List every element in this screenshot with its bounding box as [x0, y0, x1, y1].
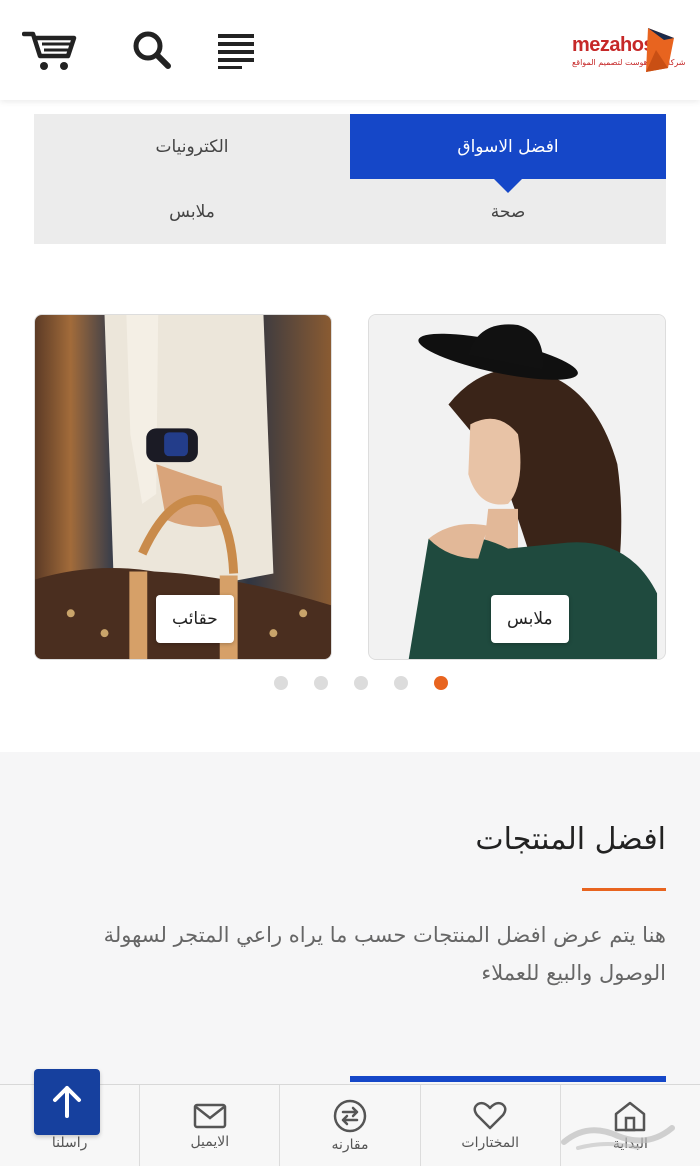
carousel-dot-1[interactable]	[274, 676, 288, 690]
nav-favorites[interactable]: المختارات	[419, 1085, 560, 1166]
carousel-card-clothes[interactable]: ملابس	[368, 314, 666, 660]
section-description: هنا يتم عرض افضل المنتجات حسب ما يراه را…	[103, 923, 666, 985]
nav-compare[interactable]: مقارنه	[279, 1085, 419, 1166]
title-underline	[582, 888, 666, 891]
section-title: افضل المنتجات	[475, 822, 666, 857]
tab-electronics[interactable]: الكترونيات	[34, 114, 350, 179]
carousel-dot-3[interactable]	[354, 676, 368, 690]
scroll-top-button[interactable]	[34, 1069, 100, 1135]
cart-icon	[22, 31, 77, 70]
carousel-pagination	[274, 676, 448, 690]
cart-button[interactable]	[22, 26, 78, 74]
card-label-clothes: ملابس	[491, 595, 569, 643]
compare-icon	[333, 1099, 367, 1132]
carousel-dot-2[interactable]	[314, 676, 328, 690]
search-button[interactable]	[124, 26, 180, 74]
carousel-card-bags[interactable]: حقائب	[34, 314, 332, 660]
heart-icon	[473, 1101, 507, 1129]
site-logo[interactable]: mezahost شركة ميزا هوست لتصميم المواقع	[572, 24, 686, 78]
active-tab-indicator	[350, 1076, 666, 1082]
category-tabs: افضل الاسواق الكترونيات صحة ملابس	[34, 114, 666, 244]
app-header: mezahost شركة ميزا هوست لتصميم المواقع	[0, 0, 700, 100]
nav-email-label: الايميل	[190, 1133, 230, 1150]
search-icon	[133, 31, 171, 69]
tab-health[interactable]: صحة	[350, 179, 666, 244]
arrow-up-icon	[53, 1086, 81, 1118]
card-label-bags: حقائب	[156, 595, 234, 643]
tab-best-markets[interactable]: افضل الاسواق	[350, 114, 666, 193]
nav-compare-label: مقارنه	[331, 1136, 369, 1153]
nav-contact-label: راسلنا	[51, 1134, 88, 1151]
menu-icon	[218, 34, 254, 69]
menu-button[interactable]	[208, 26, 264, 74]
carousel-dot-4[interactable]	[394, 676, 408, 690]
nav-favorites-label: المختارات	[461, 1134, 520, 1151]
nav-email[interactable]: الايميل	[139, 1085, 279, 1166]
tab-clothes[interactable]: ملابس	[34, 179, 350, 244]
logo-mark-icon	[646, 28, 674, 72]
carousel-dot-5[interactable]	[434, 676, 448, 690]
mail-icon	[193, 1103, 227, 1128]
watermark-logo	[561, 1125, 675, 1150]
